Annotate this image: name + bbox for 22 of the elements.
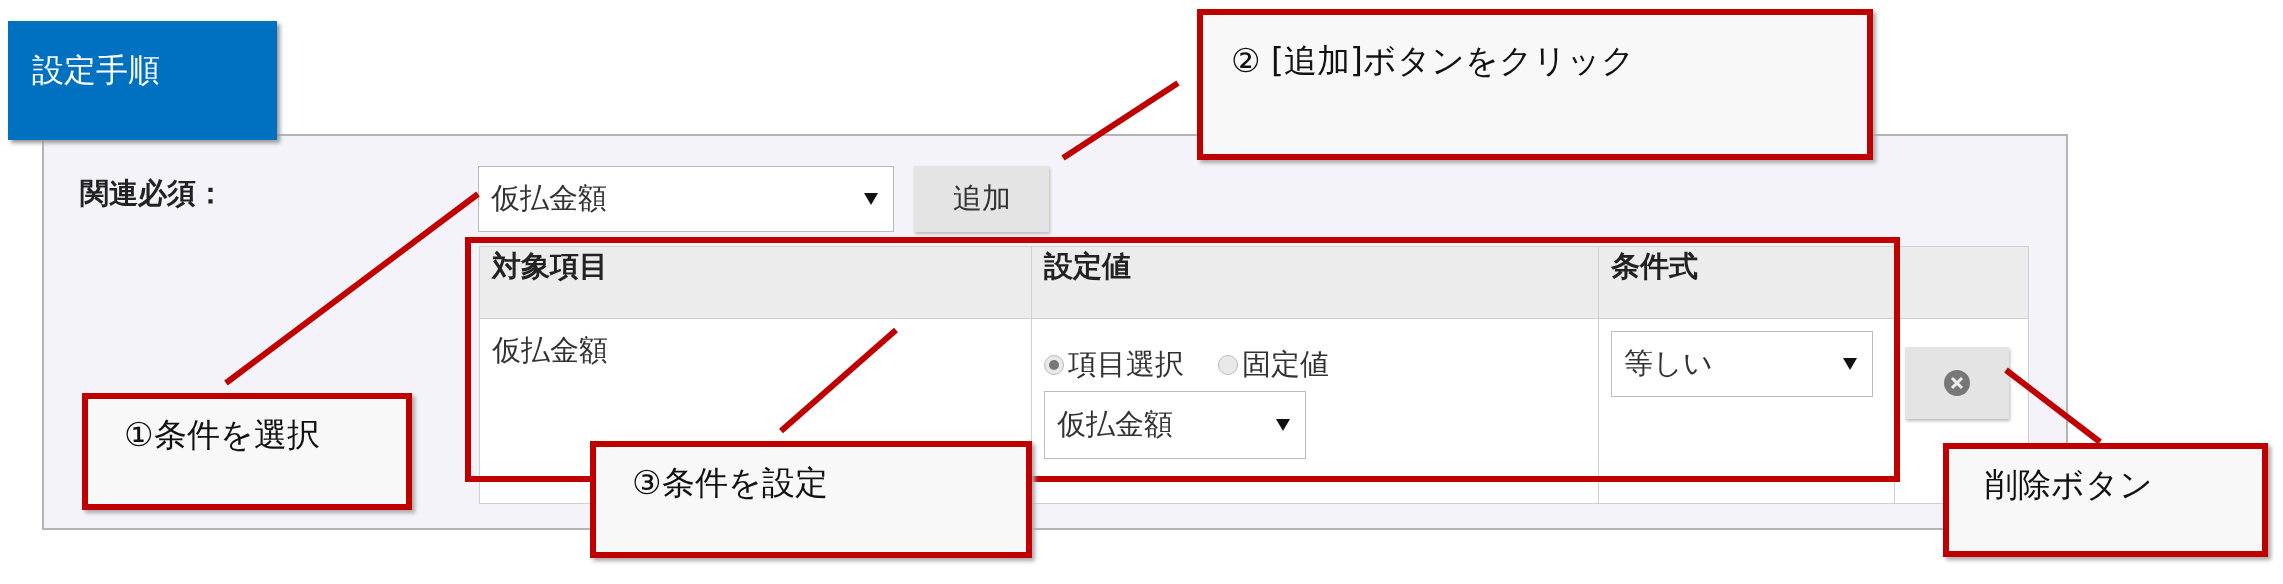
radio-button[interactable] (1044, 355, 1065, 375)
item-dropdown[interactable]: 仮払金額 (478, 166, 894, 232)
value-dropdown[interactable]: 仮払金額 (1044, 391, 1307, 459)
close-icon (1943, 369, 1971, 397)
radio-button[interactable] (1218, 355, 1239, 375)
callout-box: ①条件を選択 (82, 393, 412, 510)
caret-icon (1275, 418, 1292, 432)
delete-button[interactable] (1905, 347, 2009, 419)
radio-label: 項目選択 (1068, 346, 1185, 383)
step-title: 設定手順 (32, 51, 160, 89)
column-header: 設定値 (1031, 246, 1599, 319)
callout-box: ③条件を設定 (590, 441, 1032, 558)
caret-icon (1842, 357, 1858, 371)
caret-icon (863, 192, 879, 206)
callout-box: 削除ボタン (1943, 443, 2268, 557)
radio-label: 固定値 (1242, 346, 1330, 383)
condition-dropdown[interactable]: 等しい (1611, 331, 1873, 397)
callout-box: ② [追加]ボタンをクリック (1197, 9, 1873, 160)
column-header: 条件式 (1598, 246, 1895, 319)
column-header: 対象項目 (479, 246, 1032, 319)
field-label: 関連必須： (80, 175, 226, 212)
add-button[interactable]: 追加 (914, 166, 1049, 232)
